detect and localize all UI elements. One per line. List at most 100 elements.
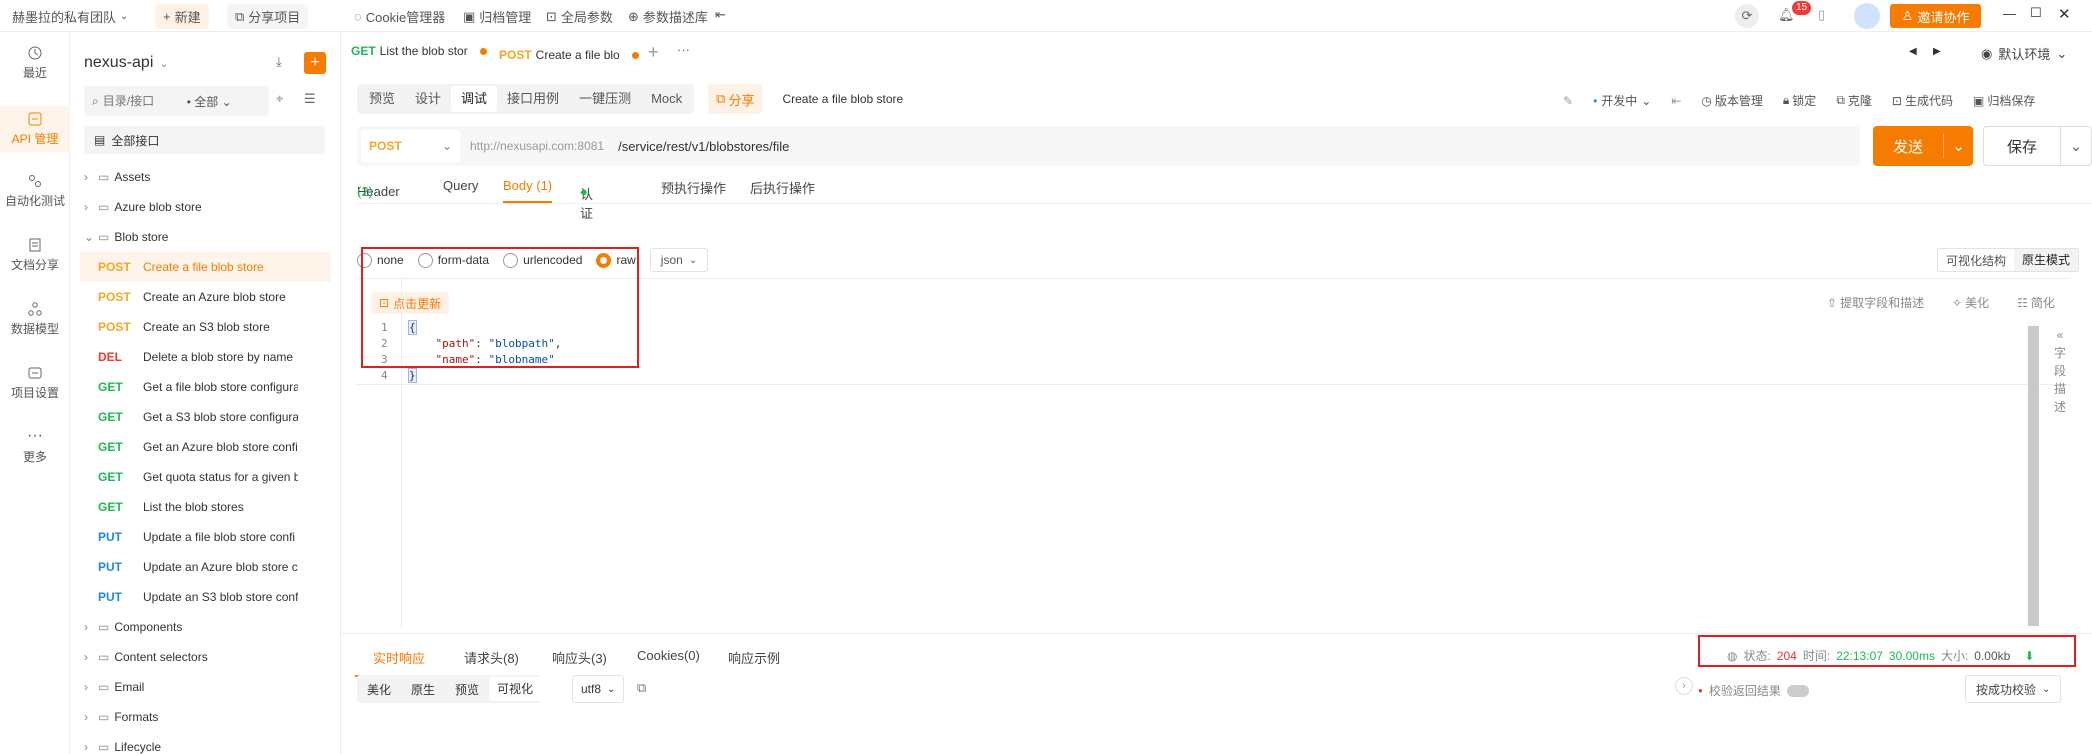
copy-icon[interactable]: ⧉	[637, 680, 646, 696]
edit-icon[interactable]: ✎	[1563, 94, 1573, 108]
prev-tab-icon[interactable]: ◀	[1909, 46, 1917, 57]
view-visual[interactable]: 可视化	[489, 677, 542, 701]
branch-select[interactable]: • 开发中 ⌄	[1593, 92, 1651, 109]
nav-more[interactable]: ··· 更多	[0, 428, 70, 474]
method-select[interactable]: POST ⌄	[361, 130, 460, 162]
all-endpoints-item[interactable]: ▤ 全部接口	[84, 126, 325, 154]
tab-response-headers[interactable]: 响应头(3)	[552, 648, 607, 667]
collapse-menu-icon[interactable]: ⇤	[715, 7, 726, 23]
mode-debug[interactable]: 调试	[451, 86, 498, 112]
view-beautify[interactable]: 美化	[357, 681, 401, 698]
more-icon[interactable]: ···	[677, 42, 690, 57]
maximize-icon[interactable]: ☐	[2030, 5, 2042, 21]
add-tab-icon[interactable]: +	[648, 42, 659, 63]
nav-data-model[interactable]: 数据模型	[0, 302, 70, 346]
import-icon[interactable]: ⤓	[276, 54, 282, 70]
view-preview[interactable]: 预览	[445, 681, 489, 698]
archive-save-button[interactable]: ▣ 归档保存	[1973, 92, 2035, 109]
left-nav: 最近 API 管理 自动化测试 文档分享 数据模型 项目设置 ··· 更多	[0, 32, 70, 754]
team-switcher[interactable]: 赫墨拉的私有团队 ⌄	[12, 7, 128, 26]
history-icon[interactable]: ⇤	[1671, 94, 1681, 108]
nav-api-management[interactable]: API 管理	[0, 106, 70, 152]
expand-icon[interactable]: ›	[1675, 677, 1693, 695]
folder-icon: ▭	[98, 170, 110, 184]
refresh-icon[interactable]: ⟳	[1735, 4, 1759, 28]
tree-endpoint-row[interactable]: POST Create a file blob store	[80, 252, 331, 282]
visual-mode-button[interactable]: 可视化结构	[1938, 252, 2014, 269]
nav-project-settings[interactable]: 项目设置	[0, 366, 70, 410]
close-icon[interactable]: ✕	[2058, 5, 2071, 23]
new-button[interactable]: + 新建	[155, 4, 209, 29]
tab-list-blob-stores[interactable]: GET List the blob stor	[351, 44, 487, 58]
lock-button[interactable]: 🔒︎ 锁定	[1783, 92, 1816, 109]
tab-post-script[interactable]: 后执行操作	[750, 178, 815, 197]
tab-cookies[interactable]: Cookies(0)	[637, 648, 700, 663]
automation-icon	[29, 175, 41, 187]
tab-pre-script[interactable]: 预执行操作	[661, 178, 726, 197]
share-button[interactable]: ⧉ 分享	[708, 84, 763, 114]
archive-icon: ▣	[463, 8, 476, 24]
nav-recent[interactable]: 最近	[0, 46, 70, 90]
avatar[interactable]	[1854, 3, 1880, 29]
archive-manager-button[interactable]: ▣ 归档管理	[463, 7, 531, 26]
highlight-box	[361, 247, 639, 368]
share-project-button[interactable]: ⧉ 分享项目	[227, 4, 309, 29]
next-tab-icon[interactable]: ▶	[1933, 46, 1941, 57]
folder-icon: ▭	[98, 200, 110, 214]
version-button[interactable]: ◷ 版本管理	[1701, 92, 1763, 109]
archive-icon: ▣	[1972, 93, 1985, 108]
tab-response-example[interactable]: 响应示例	[728, 648, 780, 667]
cookie-manager-button[interactable]: ◌ Cookie管理器	[354, 7, 445, 26]
tab-query[interactable]: Query	[443, 178, 478, 193]
mode-mock[interactable]: Mock	[641, 86, 692, 112]
mode-cases[interactable]: 接口用例	[497, 86, 569, 112]
tab-realtime-response[interactable]: 实时响应	[373, 648, 425, 667]
global-params-button[interactable]: ⊡ 全局参数	[546, 7, 613, 26]
search-input[interactable]	[102, 94, 187, 108]
url-path-input[interactable]	[618, 138, 1219, 154]
gen-code-button[interactable]: ⊡ 生成代码	[1892, 92, 1953, 109]
sort-icon[interactable]: ☰	[304, 91, 316, 107]
nav-automation[interactable]: 自动化测试	[0, 174, 70, 218]
body-format-select[interactable]: json ⌄	[649, 248, 709, 272]
unsaved-dot	[479, 47, 487, 55]
highlight-box	[1698, 635, 2076, 667]
save-button[interactable]: 保存 ⌄	[1983, 126, 2092, 166]
clone-button[interactable]: ⧉ 克隆	[1836, 92, 1872, 109]
mode-design[interactable]: 设计	[405, 86, 451, 112]
encoding-select[interactable]: utf8 ⌄	[572, 675, 625, 703]
project-switcher[interactable]: nexus-api ⌄	[84, 54, 169, 72]
mode-preview[interactable]: 预览	[359, 86, 405, 112]
view-raw[interactable]: 原生	[401, 681, 445, 698]
chevron-right-icon: ›	[84, 170, 88, 184]
tab-body[interactable]: Body (1)	[503, 178, 553, 203]
doc-icon[interactable]: ▯	[1818, 7, 1825, 23]
nav-doc-share[interactable]: 文档分享	[0, 238, 70, 282]
raw-mode-button[interactable]: 原生模式	[2014, 249, 2079, 271]
send-button[interactable]: 发送 ⌄	[1873, 126, 1973, 166]
environment-select[interactable]: ◉ 默认环境 ⌄	[1981, 44, 2067, 63]
params-library-button[interactable]: ⊕ 参数描述库	[628, 7, 708, 26]
data-model-icon	[28, 302, 42, 316]
locate-icon[interactable]: ⌖	[276, 91, 283, 107]
response-view-tabs: 美化 原生 预览 可视化	[357, 675, 542, 703]
request-section-tabs: Header (2) Query Body (1) 认证 ● 预执行操作 后执行…	[357, 172, 2092, 221]
minimize-icon[interactable]: —	[2003, 6, 2016, 21]
chevron-down-icon: ⌄	[2056, 45, 2068, 61]
view-mode-switch: 可视化结构 原生模式	[1937, 248, 2080, 272]
editor-scrollbar[interactable]	[2028, 326, 2039, 626]
validate-mode-select[interactable]: 按成功校验 ⌄	[1965, 675, 2062, 703]
invite-button[interactable]: ♙ 邀请协作	[1890, 4, 1981, 28]
tab-request-headers[interactable]: 请求头(8)	[464, 648, 519, 667]
validate-toggle-row: ● 校验返回结果	[1698, 682, 1809, 699]
filter-select[interactable]: • 全部 ⌄	[187, 93, 232, 110]
active-dot-icon: ●	[580, 184, 588, 199]
validate-switch[interactable]	[1786, 684, 1809, 697]
add-endpoint-button[interactable]: +	[304, 52, 326, 74]
eye-icon: ◉	[1981, 45, 1993, 61]
field-desc-panel-toggle[interactable]: « 字段描述	[2053, 326, 2067, 416]
team-name: 赫墨拉的私有团队	[12, 10, 117, 25]
tab-create-file-blob-store[interactable]: POST Create a file blo	[491, 32, 647, 80]
chevron-right-icon: ›	[84, 650, 88, 664]
mode-stress[interactable]: 一键压测	[569, 86, 641, 112]
